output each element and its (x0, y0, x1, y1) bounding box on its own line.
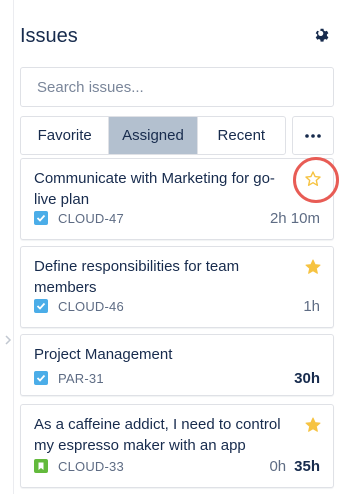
chevron-right-icon[interactable] (3, 333, 13, 347)
star-filled-icon[interactable] (305, 417, 321, 433)
star-filled-icon[interactable] (305, 259, 321, 275)
panel-header: Issues (20, 22, 334, 50)
time-estimate: 30h (294, 370, 320, 387)
issue-time: 2h 10m (270, 210, 320, 227)
issue-title: Project Management (34, 346, 173, 363)
time-estimate: 1h (303, 298, 320, 315)
gear-icon[interactable] (314, 27, 330, 43)
search-input[interactable] (20, 67, 334, 107)
star-outline-icon[interactable] (305, 171, 321, 187)
story-type-icon (34, 459, 48, 473)
task-type-icon (34, 211, 48, 225)
ellipsis-icon (305, 133, 321, 138)
issue-key[interactable]: CLOUD-47 (58, 211, 124, 226)
task-type-icon (34, 371, 48, 385)
issue-meta: CLOUD-46 (34, 298, 124, 314)
issue-card[interactable]: Project Management PAR-31 30h (20, 334, 334, 396)
issue-key[interactable]: PAR-31 (58, 371, 104, 386)
issue-card[interactable]: As a caffeine addict, I need to control … (20, 404, 334, 488)
issue-title: Define responsibilities for team members (34, 258, 240, 296)
left-rail (0, 0, 14, 494)
time-logged: 0h (269, 458, 287, 475)
task-type-icon (34, 299, 48, 313)
issue-time: 0h 35h (269, 458, 320, 475)
issue-meta: CLOUD-33 (34, 458, 124, 474)
issue-meta: CLOUD-47 (34, 210, 124, 226)
issue-time: 1h (303, 298, 320, 315)
issue-time: 30h (294, 370, 320, 387)
issue-title: Communicate with Marketing for go-live p… (34, 170, 275, 208)
issue-key[interactable]: CLOUD-33 (58, 459, 124, 474)
tab-group: Favorite Assigned Recent (20, 116, 286, 155)
issue-tabs: Favorite Assigned Recent (20, 116, 334, 155)
issue-title: As a caffeine addict, I need to control … (34, 416, 281, 454)
issue-card[interactable]: Communicate with Marketing for go-live p… (20, 157, 339, 240)
tab-favorite[interactable]: Favorite (21, 117, 110, 154)
page-title: Issues (20, 25, 78, 47)
issue-meta: PAR-31 (34, 370, 104, 386)
time-estimate: 2h 10m (269, 210, 320, 227)
time-estimate: 35h (294, 458, 320, 475)
tab-assigned[interactable]: Assigned (109, 117, 198, 154)
issue-card[interactable]: Define responsibilities for team members… (20, 246, 334, 328)
tab-recent[interactable]: Recent (198, 117, 285, 154)
more-button[interactable] (292, 116, 334, 155)
issue-key[interactable]: CLOUD-46 (58, 299, 124, 314)
issues-panel: Issues Favorite Assigned Recent Communic… (20, 0, 339, 494)
